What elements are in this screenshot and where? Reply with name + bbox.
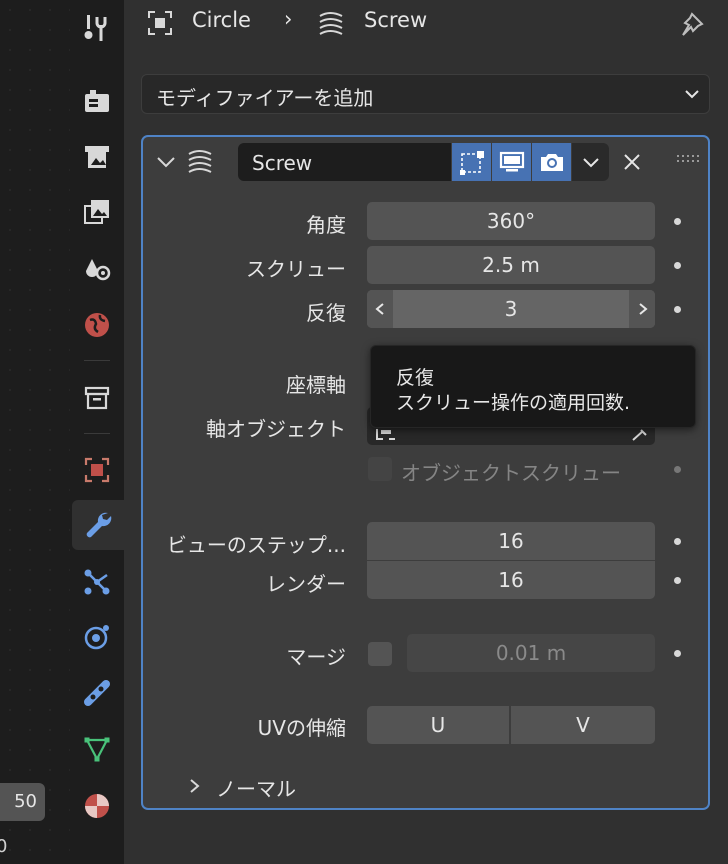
chevron-down-icon <box>582 158 599 168</box>
uv-stretch-v-toggle[interactable]: V <box>511 706 655 744</box>
iterations-value: 3 <box>504 297 518 321</box>
tab-collection[interactable] <box>72 373 122 423</box>
object-screw-label: オブジェクトスクリュー <box>401 461 621 485</box>
view-layer-icon <box>84 200 109 224</box>
properties-tabs <box>70 0 124 864</box>
iterations-increment[interactable] <box>629 290 655 328</box>
screw-modifier-panel: Screw 角度 360° スクリュー 2.5 m 反復 3 座標軸 軸オブジェ… <box>141 135 710 810</box>
close-icon[interactable] <box>621 151 643 173</box>
merge-keyframe-dot[interactable] <box>674 650 681 657</box>
tab-constraints[interactable] <box>72 668 122 718</box>
uv-stretch-u-toggle[interactable]: U <box>367 706 509 744</box>
breadcrumb-object: Circle <box>192 8 251 32</box>
angle-keyframe-dot[interactable] <box>674 218 681 225</box>
object-data-icon <box>148 11 172 35</box>
uv-stretch-label: UVの伸縮 <box>257 716 346 740</box>
merge-checkbox[interactable] <box>368 642 392 666</box>
tab-world[interactable] <box>72 300 122 350</box>
screw-keyframe-dot[interactable] <box>674 262 681 269</box>
physics-icon <box>84 625 109 650</box>
constraints-icon <box>84 680 110 706</box>
steps-viewport-label: ビューのステップ... <box>166 533 346 557</box>
drag-handle-icon[interactable] <box>677 155 699 165</box>
frame-field-partial[interactable]: 0 <box>0 836 7 857</box>
render-steps-field[interactable]: 16 <box>367 561 655 599</box>
viewport-edge <box>0 0 70 864</box>
screw-field[interactable]: 2.5 m <box>367 246 655 284</box>
screw-icon <box>319 12 343 35</box>
edit-mode-icon <box>459 151 484 175</box>
object-data-icon <box>376 429 395 440</box>
add-modifier-dropdown[interactable]: モディファイアーを追加 <box>141 74 710 114</box>
breadcrumb-separator: › <box>284 7 293 31</box>
iterations-tooltip: 反復 スクリュー操作の適用回数. <box>370 345 696 428</box>
tab-modifiers[interactable] <box>72 500 124 550</box>
collapse-chevron-icon[interactable] <box>155 151 177 173</box>
properties-header: Circle › Screw <box>124 0 728 46</box>
axis-label: 座標軸 <box>286 373 346 397</box>
merge-label: マージ <box>286 645 346 669</box>
collection-icon <box>84 386 110 410</box>
chevron-right-icon <box>639 303 648 315</box>
angle-field[interactable]: 360° <box>367 202 655 240</box>
scene-icon <box>86 259 111 281</box>
world-icon <box>85 313 109 337</box>
axis-object-label: 軸オブジェクト <box>206 417 346 441</box>
modifier-name-input[interactable]: Screw <box>238 143 451 181</box>
chevron-right-icon <box>190 779 200 793</box>
material-icon <box>85 794 109 818</box>
iterations-label: 反復 <box>306 301 346 325</box>
tab-data[interactable] <box>72 724 122 774</box>
frame-end-field[interactable]: 50 <box>0 783 45 821</box>
iterations-decrement[interactable] <box>367 290 393 328</box>
viewport-display-toggle[interactable] <box>492 143 531 181</box>
chevron-down-icon <box>685 90 699 99</box>
modifier-extras-dropdown[interactable] <box>572 143 609 181</box>
add-modifier-label: モディファイアーを追加 <box>156 86 374 110</box>
object-screw-keyframe-dot[interactable] <box>674 466 681 473</box>
render-steps-keyframe-dot[interactable] <box>674 577 681 584</box>
tab-tool[interactable] <box>72 4 122 54</box>
object-screw-checkbox[interactable] <box>368 457 392 481</box>
wrench-icon <box>86 512 112 538</box>
tab-view-layer[interactable] <box>72 187 122 237</box>
steps-viewport-keyframe-dot[interactable] <box>674 538 681 545</box>
camera-icon <box>540 154 563 171</box>
breadcrumb-modifier: Screw <box>364 8 428 32</box>
tool-icon <box>84 15 107 41</box>
normals-label: ノーマル <box>216 777 296 801</box>
render-icon <box>85 90 109 112</box>
tab-material[interactable] <box>72 781 122 831</box>
pin-icon[interactable] <box>678 10 706 38</box>
screw-label: スクリュー <box>246 257 346 281</box>
tooltip-title: 反復 <box>396 367 435 389</box>
render-toggle[interactable] <box>532 143 571 181</box>
normals-subpanel-header[interactable]: ノーマル <box>183 771 483 801</box>
eyedropper-icon <box>632 429 647 441</box>
mesh-data-icon <box>84 737 110 762</box>
angle-label: 角度 <box>306 213 346 237</box>
tab-scene[interactable] <box>72 243 122 293</box>
tab-particles[interactable] <box>72 557 122 607</box>
render-steps-label: レンダー <box>266 572 346 596</box>
iterations-keyframe-dot[interactable] <box>674 306 681 313</box>
tab-physics[interactable] <box>72 612 122 662</box>
output-icon <box>85 146 109 168</box>
screw-modifier-icon <box>188 150 212 173</box>
object-icon <box>84 457 110 483</box>
monitor-icon <box>499 151 524 172</box>
tab-output[interactable] <box>72 132 122 182</box>
merge-distance-field[interactable]: 0.01 m <box>407 634 655 672</box>
chevron-left-icon <box>375 303 384 315</box>
steps-viewport-field[interactable]: 16 <box>367 522 655 560</box>
particles-icon <box>84 569 110 595</box>
modifier-name-text: Screw <box>252 151 313 175</box>
iterations-field[interactable]: 3 <box>367 290 655 328</box>
tooltip-description: スクリュー操作の適用回数. <box>396 392 631 414</box>
edit-mode-toggle[interactable] <box>452 143 491 181</box>
tab-render[interactable] <box>72 76 122 126</box>
tab-object[interactable] <box>72 445 122 495</box>
